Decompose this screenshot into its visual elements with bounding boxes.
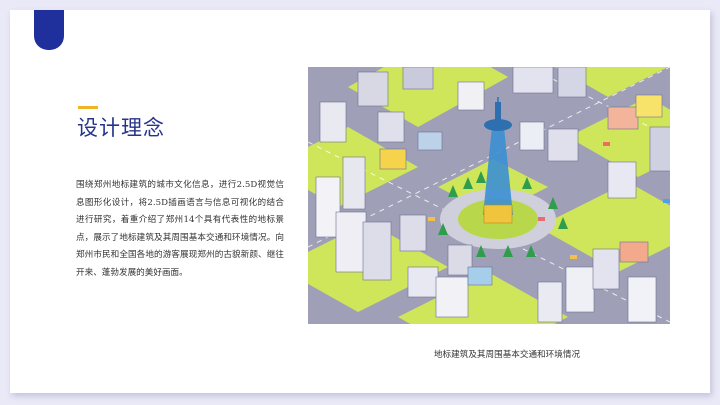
description-paragraph: 围绕郑州地标建筑的城市文化信息，进行2.5D视觉信息图形化设计，将2.5D插画语… bbox=[76, 180, 284, 278]
corner-tab-decoration bbox=[34, 10, 64, 50]
slide-title: 设计理念 bbox=[77, 116, 165, 140]
title-accent-bar bbox=[78, 106, 98, 109]
image-caption: 地标建筑及其周围基本交通和环境情况 bbox=[433, 350, 581, 360]
city-illustration bbox=[308, 67, 670, 324]
slide-frame: 设计理念 围绕郑州地标建筑的城市文化信息，进行2.5D视觉信息图形化设计，将2.… bbox=[10, 10, 710, 393]
